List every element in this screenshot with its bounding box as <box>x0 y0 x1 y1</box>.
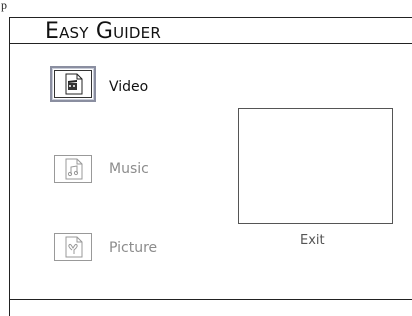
video-file-icon <box>65 73 83 95</box>
video-label[interactable]: Video <box>109 79 148 95</box>
music-icon-frame <box>54 155 92 183</box>
video-icon-frame <box>54 70 92 98</box>
app-title: Easy Guider <box>45 19 161 44</box>
picture-label[interactable]: Picture <box>109 240 157 256</box>
video-button[interactable] <box>50 66 96 102</box>
music-file-icon <box>65 158 83 180</box>
picture-file-icon <box>65 236 83 258</box>
picture-icon-frame <box>54 233 92 261</box>
exit-button[interactable]: Exit <box>300 233 325 249</box>
bottom-divider <box>9 299 412 300</box>
music-label[interactable]: Music <box>109 161 149 177</box>
title-divider <box>9 43 412 44</box>
preview-window <box>238 108 393 224</box>
picture-button[interactable] <box>50 229 96 265</box>
top-text-fragment: p <box>1 0 7 12</box>
music-button[interactable] <box>50 151 96 187</box>
